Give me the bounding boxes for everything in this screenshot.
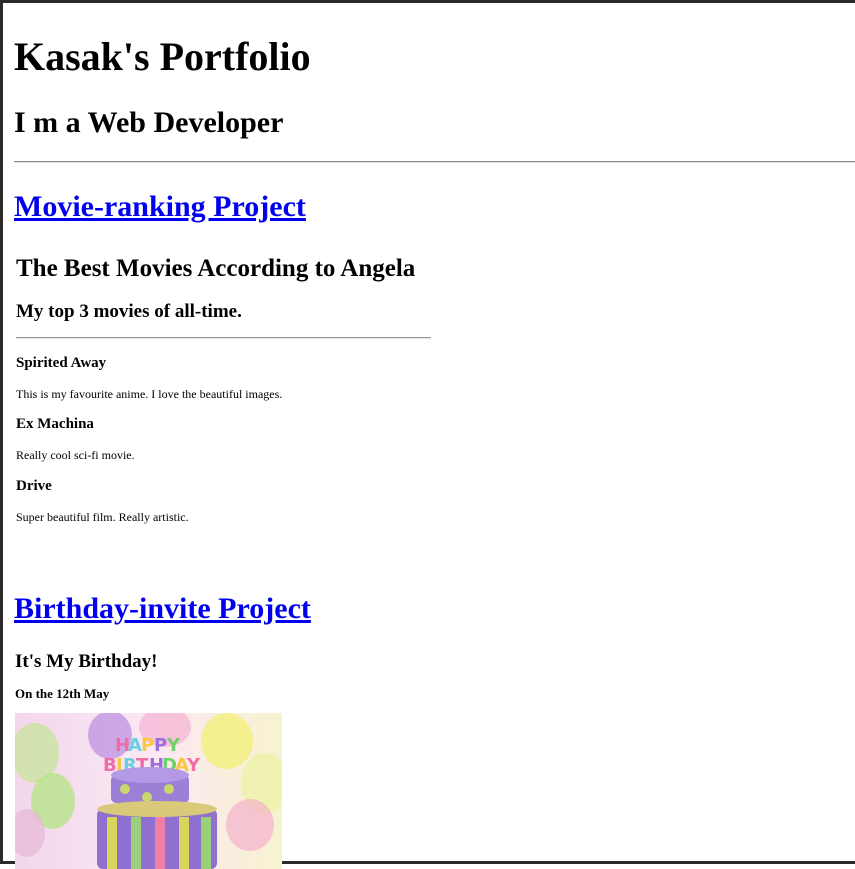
birthday-title: It's My Birthday!	[15, 651, 158, 672]
movie-name: Ex Machina	[16, 416, 94, 432]
movie-item: Ex Machina Really cool sci-fi movie.	[16, 416, 135, 463]
movies-subtitle: My top 3 movies of all-time.	[16, 301, 242, 322]
birthday-cake-image: H A P P Y B I R T H D A Y	[15, 713, 282, 869]
page-title: Kasak's Portfolio	[14, 34, 311, 79]
movie-item: Drive Super beautiful film. Really artis…	[16, 478, 189, 525]
horizontal-rule	[14, 161, 855, 163]
movies-title: The Best Movies According to Angela	[16, 255, 416, 282]
movies-divider	[16, 337, 431, 339]
movie-item: Spirited Away This is my favourite anime…	[16, 355, 282, 402]
svg-text:P: P	[154, 735, 167, 756]
movie-description: Super beautiful film. Really artistic.	[16, 510, 189, 524]
svg-text:P: P	[141, 735, 154, 756]
svg-text:Y: Y	[186, 755, 201, 776]
birthday-cake-illustration: H A P P Y B I R T H D A Y	[15, 713, 282, 869]
birthday-invite-embed: It's My Birthday! On the 12th May H A P …	[15, 651, 315, 869]
birthday-invite-project-link[interactable]: Birthday-invite Project	[14, 592, 311, 626]
movie-name: Drive	[16, 478, 52, 494]
page-subtitle: I m a Web Developer	[14, 106, 284, 139]
movie-name: Spirited Away	[16, 355, 107, 371]
movie-ranking-project-link[interactable]: Movie-ranking Project	[14, 190, 306, 224]
svg-text:A: A	[128, 735, 142, 756]
movie-description: Really cool sci-fi movie.	[16, 448, 135, 462]
svg-text:Y: Y	[166, 735, 181, 756]
birthday-date: On the 12th May	[15, 686, 110, 701]
movie-description: This is my favourite anime. I love the b…	[16, 387, 283, 401]
movie-ranking-embed: The Best Movies According to Angela My t…	[16, 243, 436, 543]
